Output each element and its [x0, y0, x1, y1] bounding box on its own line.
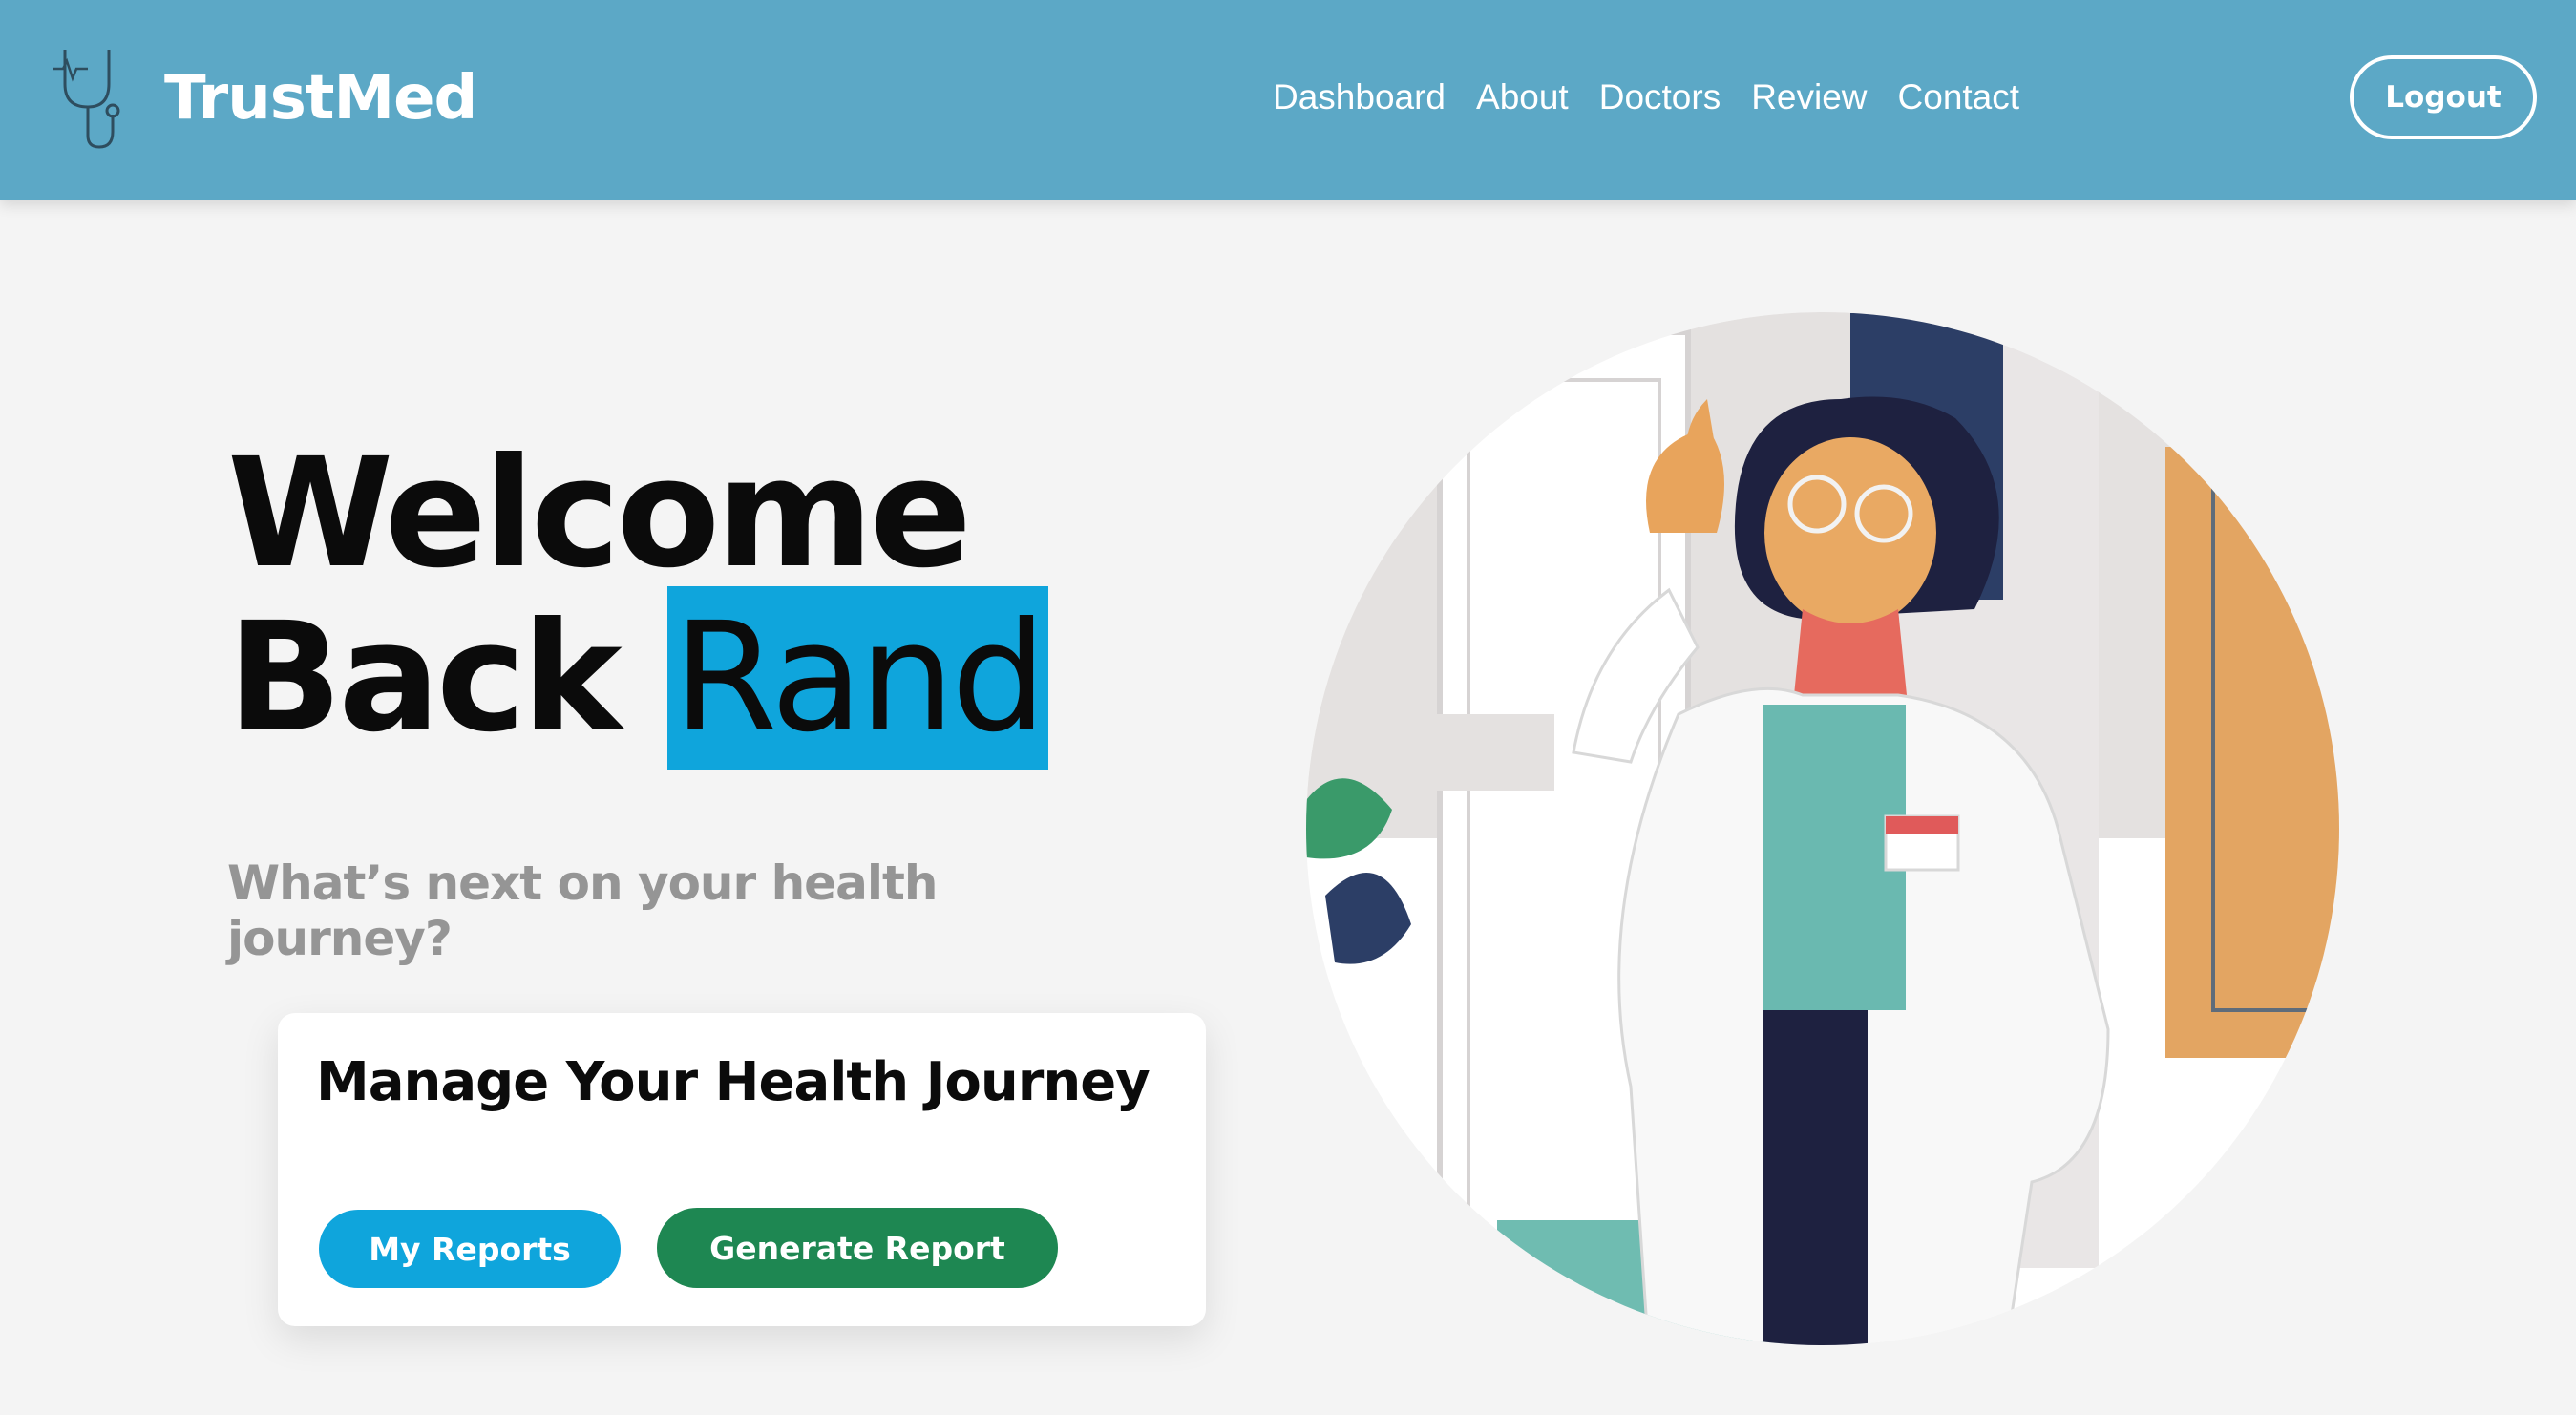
hero-subtitle: What’s next on your health journey?: [227, 855, 938, 966]
nav-about[interactable]: About: [1476, 74, 1569, 120]
welcome-line: Welcome: [227, 426, 972, 602]
nav-dashboard[interactable]: Dashboard: [1273, 74, 1446, 120]
top-navbar: TrustMed Dashboard About Doctors Review …: [0, 0, 2576, 200]
generate-report-button[interactable]: Generate Report: [657, 1208, 1058, 1288]
my-reports-button[interactable]: My Reports: [319, 1210, 621, 1288]
nav-review[interactable]: Review: [1751, 74, 1867, 120]
welcome-heading: Welcome Back Rand: [227, 426, 1049, 770]
user-name-highlight: Rand: [666, 586, 1049, 770]
health-journey-card: Manage Your Health Journey My Reports Ge…: [278, 1013, 1206, 1326]
logout-button[interactable]: Logout: [2350, 55, 2537, 139]
stethoscope-icon: [53, 50, 120, 149]
back-word: Back: [227, 590, 623, 766]
card-title: Manage Your Health Journey: [316, 1051, 1151, 1113]
brand-name[interactable]: TrustMed: [164, 63, 477, 134]
main-nav: Dashboard About Doctors Review Contact: [1273, 74, 2050, 120]
doctor-illustration: [1306, 312, 2339, 1345]
welcome-back-line: Back Rand: [227, 586, 1049, 770]
nav-contact[interactable]: Contact: [1898, 74, 2020, 120]
nav-doctors[interactable]: Doctors: [1599, 74, 1721, 120]
